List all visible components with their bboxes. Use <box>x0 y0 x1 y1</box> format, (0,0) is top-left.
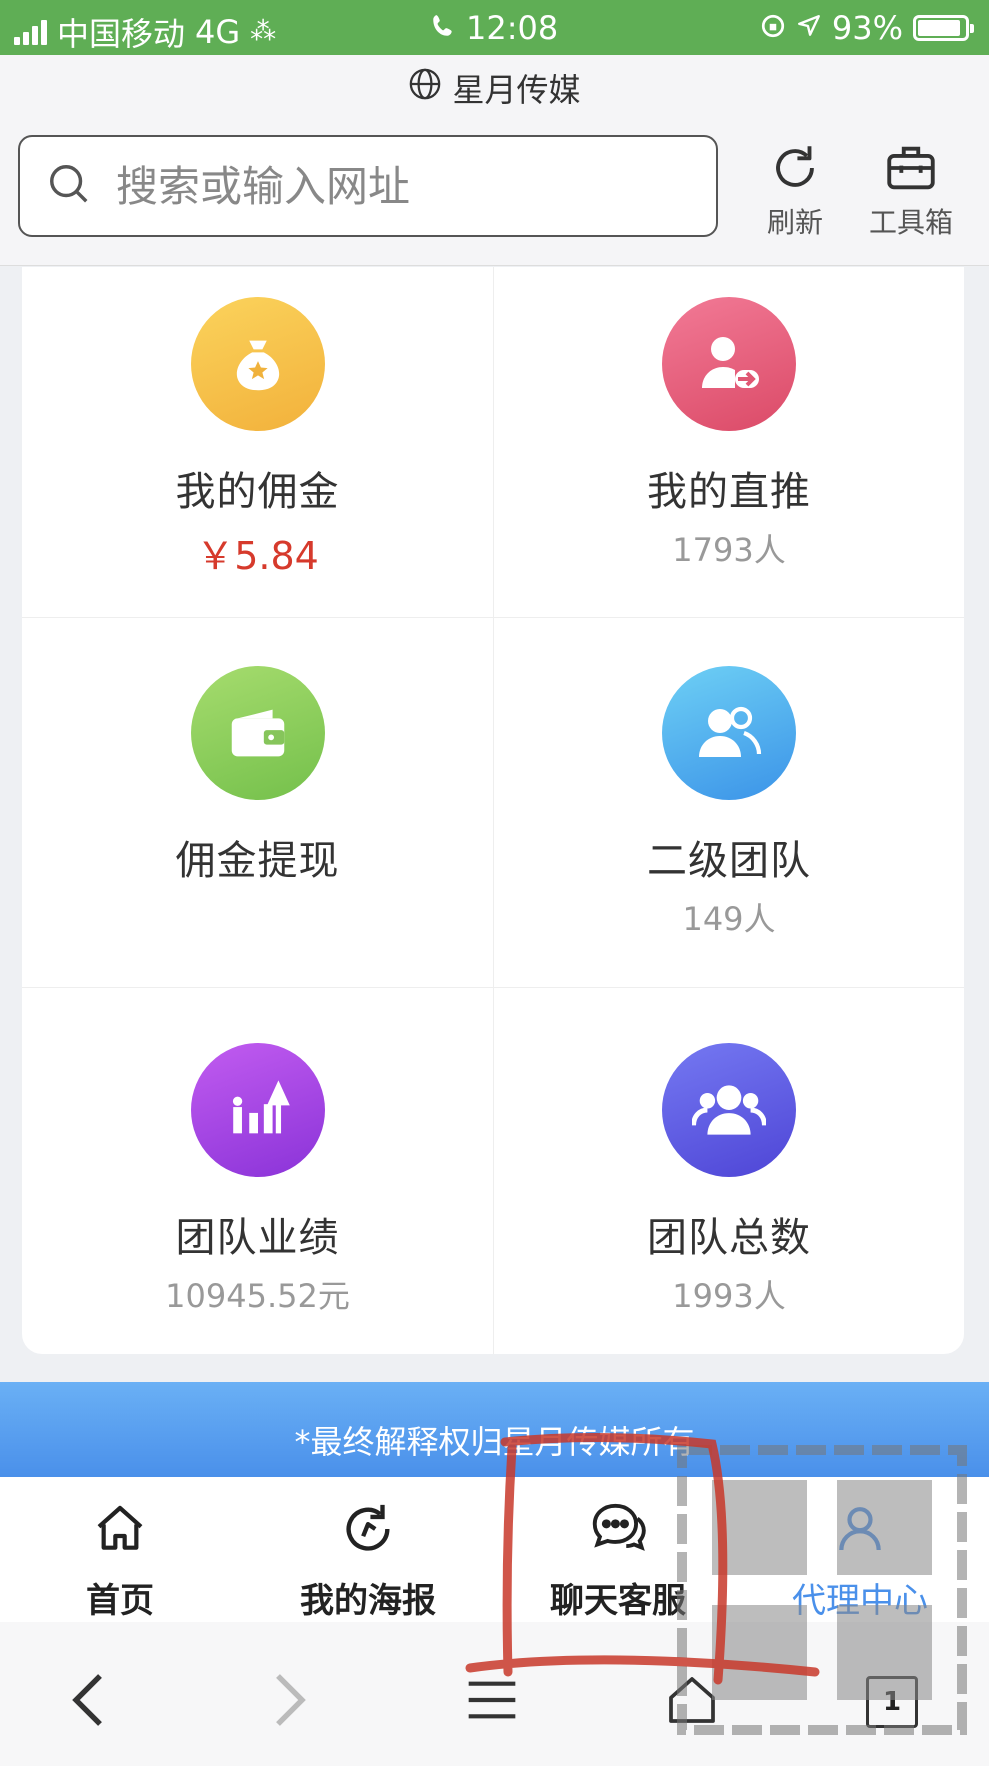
menu-button[interactable] <box>452 1662 532 1742</box>
commission-amount: ￥5.84 <box>196 534 319 578</box>
app-tab-bar: 首页 我的海报 聊天客服 代理中心 <box>0 1477 989 1623</box>
disclaimer-text: *最终解释权归星月传媒所有 <box>294 1423 695 1461</box>
poster-refresh-icon <box>278 1497 458 1561</box>
disclaimer-banner: *最终解释权归星月传媒所有 <box>0 1382 989 1477</box>
tab-label: 我的海报 <box>300 1581 436 1621</box>
tab-label: 代理中心 <box>792 1581 928 1621</box>
location-icon <box>796 9 822 47</box>
wallet-icon <box>190 666 325 800</box>
grid-label: 团队业绩 <box>175 1215 340 1261</box>
carrier-name: 中国移动 <box>57 15 186 53</box>
grid-value: 10945.52元 <box>165 1277 350 1315</box>
grid-label: 佣金提现 <box>175 838 340 884</box>
chevron-left-icon <box>66 1670 110 1734</box>
status-bar: 中国移动 4G ⁂ 12:08 93% <box>0 0 989 55</box>
signal-icon <box>14 19 47 45</box>
globe-icon <box>408 67 442 109</box>
orientation-lock-icon <box>760 9 786 47</box>
toolbox-icon <box>856 135 966 201</box>
status-right: 93% <box>760 9 974 47</box>
tab-label: 首页 <box>86 1581 154 1621</box>
group-icon <box>662 1043 796 1177</box>
tab-label: 聊天客服 <box>550 1581 686 1621</box>
tabs-button[interactable]: 1 <box>852 1662 932 1742</box>
refresh-label: 刷新 <box>766 206 823 239</box>
tab-home[interactable]: 首页 <box>30 1497 210 1622</box>
loading-icon: ⁂ <box>250 17 277 47</box>
tabs-count: 1 <box>866 1676 918 1728</box>
grid-value: 1993人 <box>672 1277 786 1315</box>
grid-item-withdraw[interactable]: 佣金提现 <box>22 617 493 987</box>
search-box[interactable] <box>18 135 718 237</box>
site-title: 星月传媒 <box>0 65 989 111</box>
battery-percent: 93% <box>831 9 903 47</box>
home-outline-icon <box>664 1672 720 1732</box>
battery-icon <box>913 15 974 41</box>
browser-header: 星月传媒 刷新 工具箱 <box>0 55 989 266</box>
chat-icon <box>528 1497 708 1561</box>
browser-bottom-nav: 1 <box>0 1622 989 1766</box>
grid-label: 团队总数 <box>647 1215 811 1261</box>
agent-user-icon <box>770 1497 950 1561</box>
search-input[interactable] <box>114 160 678 212</box>
refresh-icon <box>740 135 850 201</box>
phone-icon <box>430 9 456 47</box>
site-title-text: 星月传媒 <box>452 71 581 109</box>
browser-home-button[interactable] <box>652 1662 732 1742</box>
grid-item-direct-referrals[interactable]: 我的直推 1793人 <box>493 267 964 617</box>
chevron-right-icon <box>268 1670 312 1734</box>
growth-chart-icon <box>190 1043 325 1177</box>
grid-item-second-level-team[interactable]: 二级团队 149人 <box>493 617 964 987</box>
back-button[interactable] <box>48 1662 128 1742</box>
toolbox-button[interactable]: 工具箱 <box>856 135 966 241</box>
grid-value: 149人 <box>682 900 776 938</box>
grid-label: 二级团队 <box>647 838 811 884</box>
status-left: 中国移动 4G ⁂ <box>14 9 276 55</box>
users-icon <box>662 666 796 800</box>
grid-value: 1793人 <box>672 531 786 569</box>
grid-item-team-performance[interactable]: 团队业绩 10945.52元 <box>22 987 493 1354</box>
money-bag-icon <box>190 297 325 431</box>
menu-icon <box>464 1675 520 1729</box>
clock: 12:08 <box>466 9 559 47</box>
home-icon <box>30 1497 210 1561</box>
network-type: 4G <box>195 13 241 51</box>
tab-my-poster[interactable]: 我的海报 <box>278 1497 458 1622</box>
forward-button[interactable] <box>250 1662 330 1742</box>
toolbox-label: 工具箱 <box>868 206 953 239</box>
search-icon <box>46 161 92 211</box>
grid-item-team-total[interactable]: 团队总数 1993人 <box>493 987 964 1354</box>
grid-item-commission[interactable]: 我的佣金 ￥5.84 <box>22 267 493 617</box>
grid-label: 我的佣金 <box>175 469 340 515</box>
tab-agent-center[interactable]: 代理中心 <box>770 1497 950 1622</box>
status-center: 12:08 <box>430 9 558 47</box>
grid-label: 我的直推 <box>647 469 811 515</box>
refresh-button[interactable]: 刷新 <box>740 135 850 241</box>
agent-stats-grid: 我的佣金 ￥5.84 我的直推 1793人 佣金提现 二级团队 149人 团队业… <box>22 267 964 1354</box>
user-transfer-icon <box>662 297 796 431</box>
tab-chat-support[interactable]: 聊天客服 <box>528 1497 708 1622</box>
